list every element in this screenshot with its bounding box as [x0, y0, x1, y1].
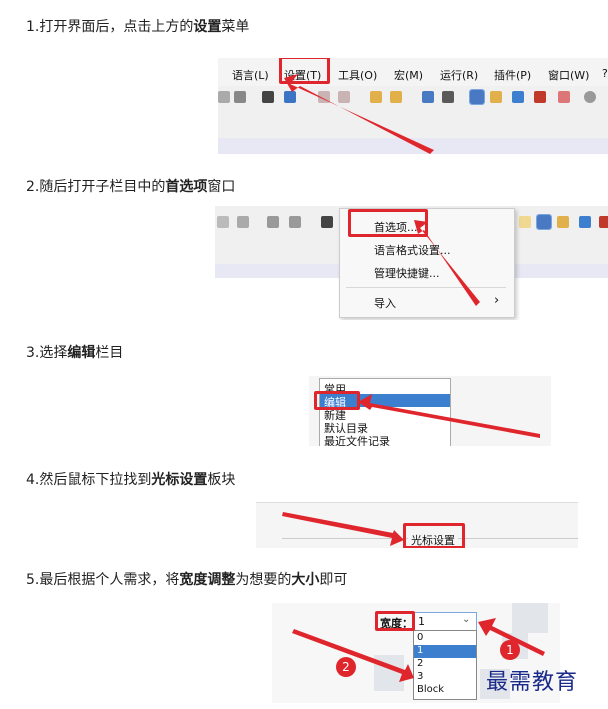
redo-icon[interactable]: [289, 216, 301, 228]
function-list-icon[interactable]: [534, 91, 546, 103]
screenshot-category-list: 常用 编辑 新建 默认目录 最近文件记录: [309, 376, 551, 446]
record-macro-icon[interactable]: [584, 91, 596, 103]
list-item-recent-files[interactable]: 最近文件记录: [324, 433, 390, 446]
zoom-out-icon[interactable]: [338, 91, 350, 103]
screenshot-settings-menu: 首选项... 语言格式设置... 管理快捷键... 导入 ›: [215, 206, 608, 320]
watermark-text: 最需教育: [486, 670, 579, 695]
menu-item-style-config[interactable]: 语言格式设置...: [374, 242, 451, 258]
highlight-editing: [314, 391, 360, 410]
menu-item-import[interactable]: 导入: [374, 295, 396, 311]
bookmark-icon[interactable]: [519, 216, 531, 228]
width-select[interactable]: 1 ⌄: [413, 612, 477, 632]
doc-map-icon[interactable]: [512, 91, 524, 103]
menu-macro[interactable]: 宏(M): [394, 67, 423, 83]
zoom-in-icon[interactable]: [318, 91, 330, 103]
function-list-icon[interactable]: [599, 216, 608, 228]
chevron-down-icon: ⌄: [462, 614, 471, 625]
width-select-value: 1: [418, 615, 425, 628]
indent-guide-icon[interactable]: [536, 214, 552, 230]
step-2-caption: 2.随后打开子栏目中的首选项窗口: [26, 179, 236, 195]
submenu-arrow-icon: ›: [494, 293, 500, 308]
width-options-list: 0 1 2 3 Block: [413, 630, 477, 700]
highlight-settings: [279, 58, 330, 84]
highlight-cursor-settings: [403, 523, 465, 548]
undo-icon[interactable]: [267, 216, 279, 228]
replace-icon[interactable]: [284, 91, 296, 103]
language-icon[interactable]: [557, 216, 569, 228]
blurred-area: [374, 655, 404, 691]
paste-icon[interactable]: [237, 216, 249, 228]
step-3-caption: 3.选择编辑栏目: [26, 345, 124, 361]
show-all-icon[interactable]: [442, 91, 454, 103]
width-option-1[interactable]: 1: [417, 645, 423, 656]
step-5-caption: 5.最后根据个人需求，将宽度调整为想要的大小即可: [26, 572, 348, 588]
menu-help[interactable]: ?: [602, 67, 608, 80]
menu-run[interactable]: 运行(R): [440, 67, 478, 83]
highlight-width-label: [375, 611, 415, 631]
redo-icon[interactable]: [234, 91, 246, 103]
sync-h-icon[interactable]: [390, 91, 402, 103]
screenshot-cursor-section: 光标设置: [256, 502, 578, 548]
step-badge-1: 1: [500, 640, 520, 660]
menu-tools[interactable]: 工具(O): [338, 67, 377, 83]
width-option-2[interactable]: 2: [417, 658, 423, 669]
step-4-caption: 4.然后鼠标下拉找到光标设置板块: [26, 472, 236, 488]
folder-icon[interactable]: [558, 91, 570, 103]
width-option-0[interactable]: 0: [417, 632, 423, 643]
menu-separator: [346, 287, 506, 288]
cut-icon[interactable]: [217, 216, 229, 228]
find-icon[interactable]: [262, 91, 274, 103]
blurred-area: [512, 603, 548, 633]
step-badge-2: 2: [336, 657, 356, 677]
highlight-preferences: [348, 209, 428, 237]
language-icon[interactable]: [490, 91, 502, 103]
menu-language[interactable]: 语言(L): [232, 67, 269, 83]
menu-plugins[interactable]: 插件(P): [494, 67, 531, 83]
indent-guide-icon[interactable]: [469, 89, 485, 105]
doc-map-icon[interactable]: [579, 216, 591, 228]
step-1-caption: 1.打开界面后，点击上方的设置菜单: [26, 19, 250, 35]
width-option-block[interactable]: Block: [417, 684, 444, 695]
menu-item-shortcut-mapper[interactable]: 管理快捷键...: [374, 265, 440, 281]
wrap-icon[interactable]: [422, 91, 434, 103]
undo-icon[interactable]: [218, 91, 230, 103]
find-icon[interactable]: [321, 216, 333, 228]
menu-window[interactable]: 窗口(W): [548, 67, 589, 83]
width-option-3[interactable]: 3: [417, 671, 423, 682]
screenshot-menubar: 语言(L) 设置(T) 工具(O) 宏(M) 运行(R) 插件(P) 窗口(W)…: [218, 58, 608, 154]
category-listbox[interactable]: 常用 编辑 新建 默认目录 最近文件记录: [319, 378, 451, 446]
sync-v-icon[interactable]: [370, 91, 382, 103]
